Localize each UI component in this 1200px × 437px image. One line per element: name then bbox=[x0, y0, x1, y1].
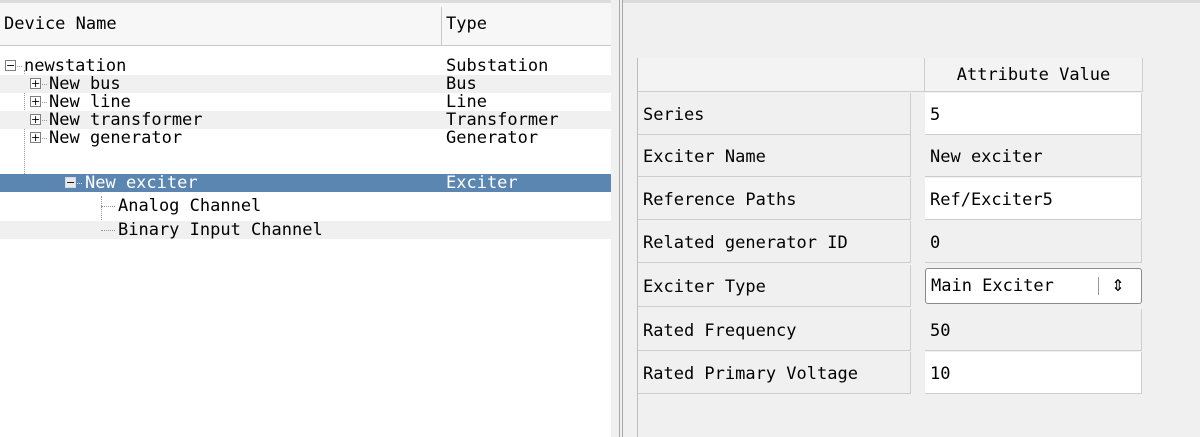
table-corner-header bbox=[637, 58, 925, 92]
tree-item-label: New transformer bbox=[49, 110, 203, 130]
attribute-row-related-generator-id: Related generator ID 0 bbox=[637, 221, 1142, 263]
tree-header: Device Name Type bbox=[0, 0, 611, 46]
exciter-type-select[interactable]: Main Exciter ⇕ bbox=[925, 268, 1142, 304]
collapse-icon[interactable]: − bbox=[5, 60, 16, 71]
tree-connector bbox=[17, 66, 22, 67]
attribute-table-header: Attribute Value bbox=[637, 58, 1200, 92]
attribute-value-reference-paths[interactable]: Ref/Exciter5 bbox=[925, 178, 1142, 220]
tree-item-label: New generator bbox=[49, 128, 183, 148]
tree-row-new-bus[interactable]: + New bus Bus bbox=[0, 75, 611, 93]
tree-row-binary-input-channel[interactable]: Binary Input Channel bbox=[0, 221, 611, 239]
attribute-row-exciter-name: Exciter Name New exciter bbox=[637, 135, 1142, 177]
tree-item-label: newstation bbox=[24, 56, 127, 76]
attribute-row-reference-paths: Reference Paths Ref/Exciter5 bbox=[637, 178, 1142, 220]
tree-item-label: New line bbox=[49, 92, 131, 112]
tree-row-new-line[interactable]: + New line Line bbox=[0, 93, 611, 111]
tree-item-type: Line bbox=[446, 92, 487, 112]
expand-icon[interactable]: + bbox=[30, 96, 41, 107]
tree-row-new-exciter[interactable]: − New exciter Exciter bbox=[0, 174, 611, 192]
tree-connector bbox=[101, 206, 115, 207]
attribute-label: Related generator ID bbox=[637, 221, 911, 263]
attribute-label: Exciter Type bbox=[637, 265, 911, 307]
table-frame-line bbox=[637, 58, 638, 437]
tree-connector bbox=[77, 183, 82, 184]
combo-separator bbox=[1098, 277, 1099, 295]
splitter-line bbox=[619, 0, 620, 437]
column-header-attribute-value[interactable]: Attribute Value bbox=[925, 58, 1143, 92]
attribute-row-exciter-type: Exciter Type Main Exciter ⇕ bbox=[637, 265, 1142, 307]
attribute-value-rated-primary-voltage[interactable]: 10 bbox=[925, 352, 1142, 394]
expand-icon[interactable]: + bbox=[30, 114, 41, 125]
device-tree-panel: Device Name Type − newstation Substation… bbox=[0, 0, 611, 437]
tree-item-type: Exciter bbox=[446, 173, 518, 193]
attribute-value-related-generator-id[interactable]: 0 bbox=[925, 221, 1142, 263]
attribute-row-rated-frequency: Rated Frequency 50 bbox=[637, 309, 1142, 351]
tree-item-label: Binary Input Channel bbox=[118, 220, 323, 240]
tree-item-label: New exciter bbox=[85, 173, 198, 193]
attribute-label: Rated Primary Voltage bbox=[637, 352, 911, 394]
expand-icon[interactable]: + bbox=[30, 78, 41, 89]
tree-row-newstation[interactable]: − newstation Substation bbox=[0, 57, 611, 75]
tree-item-type: Substation bbox=[446, 56, 549, 76]
tree-row-new-generator[interactable]: + New generator Generator bbox=[0, 129, 611, 147]
tree-connector bbox=[101, 230, 115, 231]
column-separator[interactable] bbox=[441, 7, 442, 45]
attribute-label: Reference Paths bbox=[637, 178, 911, 220]
tree-connector bbox=[42, 120, 47, 121]
column-header-type[interactable]: Type bbox=[446, 13, 487, 35]
collapse-icon[interactable]: − bbox=[65, 177, 76, 188]
panel-splitter[interactable] bbox=[611, 0, 623, 437]
up-down-arrows-icon[interactable]: ⇕ bbox=[1107, 275, 1129, 297]
header-filler bbox=[1143, 58, 1200, 92]
exciter-type-selected-value: Main Exciter bbox=[931, 276, 1054, 296]
attribute-row-rated-primary-voltage: Rated Primary Voltage 10 bbox=[637, 352, 1142, 394]
attribute-value-exciter-name[interactable]: New exciter bbox=[925, 135, 1142, 177]
tree-connector bbox=[42, 84, 47, 85]
attribute-row-series: Series 5 bbox=[637, 93, 1142, 135]
tree-row-new-transformer[interactable]: + New transformer Transformer bbox=[0, 111, 611, 129]
tree-item-label: New bus bbox=[49, 74, 121, 94]
attribute-panel: Attribute Value Series 5 Exciter Name Ne… bbox=[623, 0, 1200, 437]
expand-icon[interactable]: + bbox=[30, 132, 41, 143]
tree-row-analog-channel[interactable]: Analog Channel bbox=[0, 197, 611, 215]
tree-connector bbox=[42, 102, 47, 103]
tree-item-type: Transformer bbox=[446, 110, 559, 130]
column-header-device-name[interactable]: Device Name bbox=[4, 13, 117, 35]
tree-item-type: Generator bbox=[446, 128, 539, 148]
attribute-label: Exciter Name bbox=[637, 135, 911, 177]
attribute-value-rated-frequency[interactable]: 50 bbox=[925, 309, 1142, 351]
tree-item-type: Bus bbox=[446, 74, 477, 94]
tree-connector bbox=[42, 138, 47, 139]
attribute-label: Rated Frequency bbox=[637, 309, 911, 351]
attribute-label: Series bbox=[637, 93, 911, 135]
tree-item-label: Analog Channel bbox=[118, 196, 262, 216]
attribute-value-series[interactable]: 5 bbox=[925, 93, 1142, 135]
attribute-panel-header bbox=[623, 0, 1200, 46]
